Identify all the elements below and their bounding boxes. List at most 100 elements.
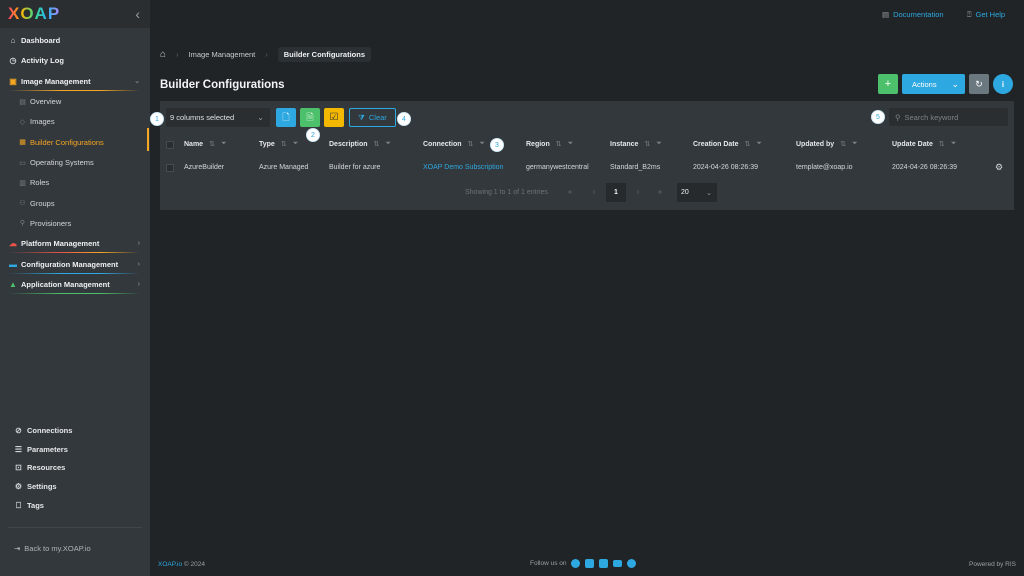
- page-size-select[interactable]: 20 ⌄: [677, 183, 717, 202]
- page-button-current[interactable]: 1: [606, 183, 626, 202]
- select-button[interactable]: ☑: [324, 108, 344, 127]
- columns-select[interactable]: 9 columns selected ⌄: [166, 108, 270, 127]
- sidebar-item-groups[interactable]: ⚇ Groups: [0, 193, 150, 213]
- last-page-button[interactable]: »: [652, 183, 668, 202]
- filter-icon[interactable]: ⏷: [479, 140, 485, 148]
- info-icon: i: [1001, 79, 1005, 89]
- filter-icon[interactable]: ⏷: [656, 140, 662, 148]
- clear-filters-button[interactable]: ⧩ Clear: [349, 108, 396, 127]
- sort-icon[interactable]: ⇅: [840, 140, 846, 148]
- column-label: Region: [526, 140, 550, 148]
- footer-copyright: XOAP.io © 2024: [158, 561, 205, 568]
- clear-label: Clear: [368, 113, 387, 122]
- xoap-link[interactable]: XOAP.io: [158, 561, 182, 568]
- sidebar-item-overview[interactable]: ▤ Overview: [0, 92, 150, 112]
- sidebar-item-resources[interactable]: ⊡ Resources: [0, 459, 150, 478]
- first-page-button[interactable]: «: [562, 183, 578, 202]
- collapse-sidebar-icon[interactable]: ‹: [135, 6, 140, 22]
- youtube-icon[interactable]: [612, 560, 622, 567]
- sidebar-item-dashboard[interactable]: ⌂ Dashboard: [0, 30, 150, 51]
- sidebar-item-label: Settings: [27, 482, 57, 492]
- sidebar-item-images[interactable]: ◇ Images: [0, 112, 150, 132]
- sidebar-item-application-management[interactable]: ▲ Application Management ›: [0, 275, 150, 296]
- sidebar-item-provisioners[interactable]: ⚲ Provisioners: [0, 213, 150, 233]
- prev-page-button[interactable]: ‹: [586, 183, 602, 202]
- breadcrumb-separator: ›: [265, 50, 268, 59]
- column-header-description[interactable]: Description ⇅ ⏷: [329, 140, 391, 148]
- filter-icon[interactable]: ⏷: [756, 140, 762, 148]
- add-button[interactable]: +: [878, 74, 898, 94]
- filter-icon[interactable]: ⏷: [568, 140, 574, 148]
- sidebar-item-parameters[interactable]: ☰ Parameters: [0, 440, 150, 459]
- filter-icon[interactable]: ⏷: [221, 140, 227, 148]
- search-input[interactable]: [904, 112, 1000, 122]
- column-header-creation-date[interactable]: Creation Date ⇅ ⏷: [693, 140, 762, 148]
- column-header-type[interactable]: Type ⇅ ⏷: [259, 140, 298, 148]
- sidebar-item-label: Overview: [30, 97, 62, 107]
- cell-creation-date: 2024-04-26 08:26:39: [693, 164, 758, 171]
- twitter-icon[interactable]: [585, 559, 595, 568]
- sidebar-item-image-management[interactable]: ▣ Image Management ⌄: [0, 71, 150, 92]
- chevron-down-icon: ⌄: [951, 78, 959, 89]
- home-icon[interactable]: ⌂: [160, 49, 166, 60]
- chevron-down-icon: ⌄: [706, 189, 712, 197]
- github-icon[interactable]: [626, 559, 636, 568]
- info-button[interactable]: i: [993, 74, 1013, 94]
- filter-icon[interactable]: ⏷: [385, 140, 391, 148]
- sidebar-item-builder-configurations[interactable]: ▦ Builder Configurations: [0, 132, 150, 152]
- cell-connection-link[interactable]: XOAP Demo Subscription: [423, 164, 503, 171]
- section-underline: [8, 89, 140, 91]
- sidebar-item-connections[interactable]: ⊘ Connections: [0, 421, 150, 440]
- column-header-updated-by[interactable]: Updated by ⇅ ⏷: [796, 140, 858, 148]
- facebook-icon[interactable]: [571, 559, 581, 568]
- sort-icon[interactable]: ⇅: [939, 140, 945, 148]
- sidebar-item-settings[interactable]: ⚙ Settings: [0, 477, 150, 496]
- refresh-button[interactable]: ↻: [969, 74, 989, 94]
- sort-icon[interactable]: ⇅: [644, 140, 650, 148]
- filter-icon[interactable]: ⏷: [852, 140, 858, 148]
- back-to-xoap-link[interactable]: ⇥ Back to my.XOAP.io: [14, 544, 91, 553]
- sidebar-item-platform-management[interactable]: ☁ Platform Management ›: [0, 234, 150, 255]
- next-page-button[interactable]: ›: [630, 183, 646, 202]
- get-help-link[interactable]: ⍰ Get Help: [967, 10, 1005, 20]
- xoap-logo[interactable]: XOAP: [8, 4, 60, 24]
- help-icon: ⍰: [967, 10, 972, 19]
- sidebar-item-activity-log[interactable]: ◷ Activity Log: [0, 51, 150, 72]
- filter-icon[interactable]: ⏷: [951, 140, 957, 148]
- sidebar-item-configuration-management[interactable]: ▬ Configuration Management ›: [0, 254, 150, 275]
- column-header-name[interactable]: Name ⇅ ⏷: [184, 140, 227, 148]
- column-header-instance[interactable]: Instance ⇅ ⏷: [610, 140, 662, 148]
- sort-icon[interactable]: ⇅: [556, 140, 562, 148]
- chevron-right-icon: ›: [137, 240, 140, 248]
- filter-clear-icon: ⧩: [358, 112, 365, 122]
- sidebar-item-tags[interactable]: ⎕ Tags: [0, 496, 150, 515]
- cell-type: Azure Managed: [259, 164, 309, 171]
- column-header-update-date[interactable]: Update Date ⇅ ⏷: [892, 140, 956, 148]
- groups-icon: ⚇: [19, 200, 26, 208]
- column-header-connection[interactable]: Connection ⇅ ⏷: [423, 140, 485, 148]
- export-excel-button[interactable]: 🗎: [300, 108, 320, 127]
- actions-button[interactable]: Actions ⌄: [902, 74, 965, 94]
- sort-icon[interactable]: ⇅: [468, 140, 474, 148]
- filter-icon[interactable]: ⏷: [293, 140, 299, 148]
- select-all-checkbox[interactable]: [166, 141, 174, 149]
- sort-icon[interactable]: ⇅: [209, 140, 215, 148]
- sidebar-item-label: Activity Log: [21, 56, 64, 66]
- sidebar-item-operating-systems[interactable]: ▭ Operating Systems: [0, 152, 150, 172]
- sort-icon[interactable]: ⇅: [374, 140, 380, 148]
- cell-update-date: 2024-04-26 08:26:39: [892, 164, 957, 171]
- column-label: Description: [329, 140, 368, 148]
- breadcrumb-item[interactable]: Image Management: [189, 50, 256, 59]
- sort-icon[interactable]: ⇅: [745, 140, 751, 148]
- gear-icon: ⚙: [14, 482, 23, 492]
- sidebar-item-roles[interactable]: ▥ Roles: [0, 173, 150, 193]
- documentation-link[interactable]: ▤ Documentation: [882, 10, 944, 19]
- sidebar-item-label: Groups: [30, 198, 55, 208]
- column-label: Update Date: [892, 140, 933, 148]
- linkedin-icon[interactable]: [598, 559, 608, 568]
- export-button[interactable]: 🗋: [276, 108, 296, 127]
- sort-icon[interactable]: ⇅: [281, 140, 287, 148]
- row-settings-icon[interactable]: ⚙: [995, 162, 1003, 173]
- row-checkbox[interactable]: [166, 164, 174, 172]
- column-header-region[interactable]: Region ⇅ ⏷: [526, 140, 573, 148]
